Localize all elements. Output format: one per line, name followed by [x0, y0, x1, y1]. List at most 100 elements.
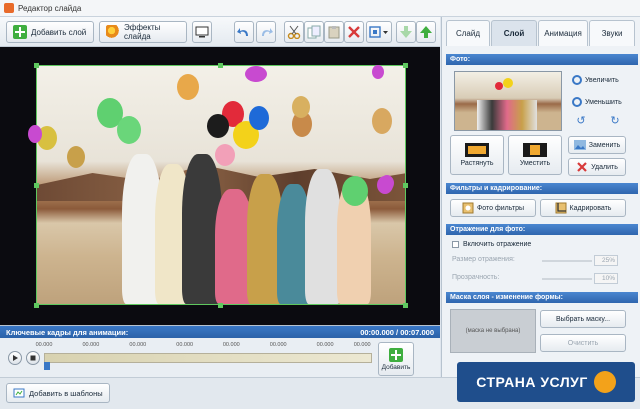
enable-reflection-checkbox[interactable]: Включить отражение — [452, 241, 531, 248]
zoom-in-button[interactable]: Увеличить — [572, 75, 619, 85]
choose-mask-button[interactable]: Выбрать маску... — [540, 310, 626, 328]
balloon — [292, 96, 310, 118]
zoom-in-label: Увеличить — [585, 76, 619, 84]
watermark-logo: СТРАНА УСЛУГ — [457, 362, 635, 402]
plus-icon — [13, 25, 27, 39]
add-keyframe-label: Добавить — [381, 363, 411, 371]
ruler-label: 00.000 — [35, 342, 53, 348]
preview-button[interactable] — [192, 21, 212, 43]
person-figure — [305, 169, 341, 304]
move-up-button[interactable] — [416, 21, 436, 43]
template-icon — [13, 388, 25, 398]
transparency-slider[interactable] — [542, 278, 592, 280]
filter-icon — [462, 202, 474, 214]
resize-handle[interactable] — [218, 303, 223, 308]
balloon — [372, 108, 392, 134]
tab-sounds[interactable]: Звуки — [589, 20, 635, 46]
scissors-icon — [287, 25, 301, 39]
ruler-label: 00.000 — [269, 342, 287, 348]
checkbox[interactable] — [452, 241, 459, 248]
close-icon — [348, 26, 360, 38]
add-to-templates-button[interactable]: Добавить в шаблоны — [6, 383, 110, 403]
magnifier-plus-icon — [572, 75, 582, 85]
stretch-button[interactable]: Растянуть — [450, 135, 504, 175]
tab-layer[interactable]: Слой — [491, 20, 537, 46]
add-keyframe-button[interactable]: Добавить — [378, 342, 414, 376]
time-ruler: 00.000 00.000 00.000 00.000 00.000 00.00… — [36, 342, 372, 352]
rotate-right-icon[interactable]: ↻ — [609, 115, 621, 127]
redo-icon — [262, 28, 273, 36]
balloon — [342, 176, 368, 206]
timeline-title: Ключевые кадры для анимации: — [6, 327, 129, 337]
photo-layer[interactable] — [36, 65, 406, 305]
thumbnail-people — [477, 100, 537, 130]
keyframe-track[interactable] — [44, 353, 372, 363]
reflection-section-title: Отражение для фото: — [446, 224, 638, 235]
replace-label: Заменить — [588, 141, 621, 149]
photo-filters-button[interactable]: Фото фильтры — [450, 199, 536, 217]
arrow-down-icon — [400, 26, 412, 38]
delete-photo-button[interactable]: Удалить — [568, 158, 626, 176]
transparency-input[interactable]: 10% — [594, 273, 618, 284]
copy-icon — [307, 25, 321, 39]
stretch-label: Растянуть — [460, 160, 494, 167]
reflection-size-input[interactable]: 25% — [594, 255, 618, 266]
clear-mask-button[interactable]: Очистить — [540, 334, 626, 352]
reflection-size-slider[interactable] — [542, 260, 592, 262]
close-icon — [577, 162, 587, 172]
photo-filters-label: Фото фильтры — [476, 204, 524, 212]
tab-animation[interactable]: Анимация — [538, 20, 588, 46]
redo-button[interactable] — [256, 21, 276, 43]
replace-button[interactable]: Заменить — [568, 136, 626, 154]
photo-thumbnail — [454, 71, 562, 131]
slide-effects-button[interactable]: Эффекты слайда — [99, 21, 187, 43]
ruler-label: 00.000 — [176, 342, 194, 348]
filters-section-title: Фильтры и кадрирование: — [446, 183, 638, 194]
zoom-out-label: Уменьшить — [585, 98, 622, 106]
keyframe-marker[interactable] — [44, 362, 50, 370]
rotate-left-icon[interactable]: ↺ — [575, 115, 587, 127]
fit-dropdown-button[interactable] — [366, 21, 392, 43]
enable-reflection-label: Включить отражение — [463, 241, 532, 248]
resize-handle[interactable] — [218, 63, 223, 68]
arrow-up-icon — [420, 26, 432, 38]
mask-preview: (маска не выбрана) — [450, 309, 536, 353]
resize-handle[interactable] — [403, 303, 408, 308]
resize-handle[interactable] — [403, 183, 408, 188]
balloon — [372, 65, 384, 79]
ruler-label: 00.000 — [129, 342, 147, 348]
resize-handle[interactable] — [403, 63, 408, 68]
play-button[interactable] — [8, 351, 22, 365]
fit-icon — [523, 143, 547, 157]
copy-button[interactable] — [304, 21, 324, 43]
zoom-out-button[interactable]: Уменьшить — [572, 97, 622, 107]
time-display: 00:00.000 / 00:07.000 — [360, 327, 434, 337]
resize-handle[interactable] — [34, 303, 39, 308]
move-down-button[interactable] — [396, 21, 416, 43]
undo-button[interactable] — [234, 21, 254, 43]
tab-slide[interactable]: Слайд — [446, 20, 490, 46]
properties-panel: Слайд Слой Анимация Звуки Фото: Увеличит… — [441, 17, 640, 377]
app-icon — [4, 3, 14, 13]
fit-button[interactable]: Уместить — [508, 135, 562, 175]
mask-section-title: Маска слоя - изменение формы: — [446, 292, 638, 303]
paste-button[interactable] — [324, 21, 344, 43]
resize-handle[interactable] — [34, 183, 39, 188]
resize-handle[interactable] — [34, 63, 39, 68]
handshake-icon — [593, 371, 616, 393]
delete-button[interactable] — [344, 21, 364, 43]
reflection-size-row: Размер отражения: — [452, 256, 515, 263]
balloon — [28, 125, 42, 143]
window-title: Редактор слайда — [18, 3, 82, 13]
balloon — [177, 74, 199, 100]
monitor-icon — [195, 26, 209, 38]
delete-label: Удалить — [591, 163, 618, 171]
stop-button[interactable] — [26, 351, 40, 365]
fit-screen-icon — [369, 26, 388, 38]
add-layer-button[interactable]: Добавить слой — [6, 21, 94, 43]
timeline-header: Ключевые кадры для анимации: 00:00.000 /… — [0, 326, 440, 338]
plus-icon — [389, 347, 403, 362]
replace-photo-icon — [573, 140, 586, 150]
cut-button[interactable] — [284, 21, 304, 43]
crop-button[interactable]: Кадрировать — [540, 199, 626, 217]
